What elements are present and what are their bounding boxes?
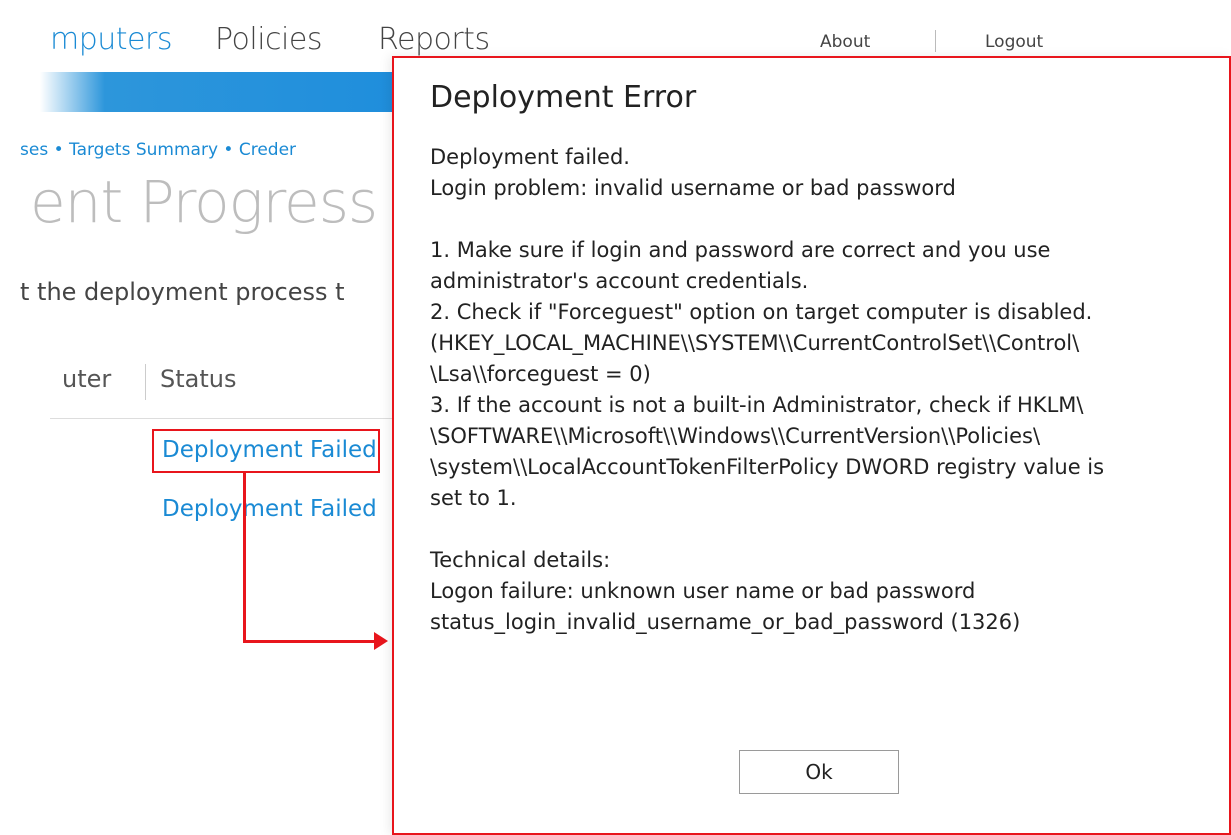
dialog-title: Deployment Error	[430, 80, 697, 115]
connector-line-horizontal	[243, 640, 378, 643]
message-line: (HKEY_LOCAL_MACHINE\\SYSTEM\\CurrentCont…	[430, 331, 1080, 355]
page: mputers Policies Reports About Logout se…	[0, 0, 1231, 835]
message-line: Technical details:	[430, 548, 611, 572]
breadcrumb[interactable]: ses • Targets Summary • Creder	[20, 140, 296, 160]
message-line: administrator's account credentials.	[430, 269, 809, 293]
ok-button[interactable]: Ok	[739, 750, 899, 794]
message-line: Logon failure: unknown user name or bad …	[430, 579, 976, 603]
deployment-error-dialog: Deployment Error Deployment failed. Logi…	[392, 56, 1231, 835]
message-line: 3. If the account is not a built-in Admi…	[430, 393, 1084, 417]
message-gap	[430, 204, 1210, 235]
message-line: \system\\LocalAccountTokenFilterPolicy D…	[430, 455, 1105, 479]
message-line: status_login_invalid_username_or_bad_pas…	[430, 610, 1021, 634]
page-description: t the deployment process t	[20, 278, 345, 306]
message-line: Deployment failed.	[430, 145, 630, 169]
column-header-computer: uter	[62, 365, 112, 393]
message-line: \Lsa\\forceguest = 0)	[430, 362, 651, 386]
message-line: \SOFTWARE\\Microsoft\\Windows\\CurrentVe…	[430, 424, 1041, 448]
column-header-status: Status	[160, 365, 237, 393]
arrow-right-icon	[374, 632, 388, 650]
message-line: 1. Make sure if login and password are c…	[430, 238, 1051, 262]
nav-computers[interactable]: mputers	[50, 22, 172, 57]
message-line: set to 1.	[430, 486, 517, 510]
message-line: Login problem: invalid username or bad p…	[430, 176, 956, 200]
highlight-box	[152, 429, 380, 473]
connector-line-vertical	[243, 473, 246, 643]
nav-divider	[935, 30, 936, 52]
dialog-message: Deployment failed. Login problem: invali…	[430, 142, 1210, 638]
deployment-failed-link[interactable]: Deployment Failed	[162, 496, 377, 522]
nav-about[interactable]: About	[820, 32, 870, 52]
message-line: 2. Check if "Forceguest" option on targe…	[430, 300, 1093, 324]
nav-logout[interactable]: Logout	[985, 32, 1043, 52]
message-gap	[430, 514, 1210, 545]
nav-policies[interactable]: Policies	[215, 22, 322, 57]
nav-reports[interactable]: Reports	[378, 22, 490, 57]
table-header-rule	[50, 418, 395, 419]
page-title: ent Progress	[30, 168, 378, 236]
column-divider	[145, 364, 146, 400]
header-bar	[40, 72, 400, 112]
